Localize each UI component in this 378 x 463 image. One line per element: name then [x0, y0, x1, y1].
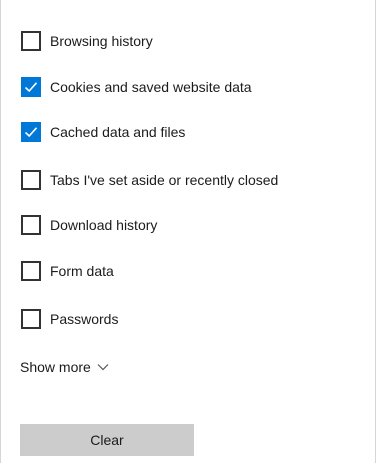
chevron-down-icon [97, 364, 109, 371]
checkbox-tabs-set-aside[interactable]: Tabs I've set aside or recently closed [21, 170, 278, 190]
checkbox-cookies[interactable]: Cookies and saved website data [21, 77, 252, 97]
show-more-label: Show more [20, 359, 91, 375]
checkbox-box[interactable] [21, 77, 41, 97]
checkbox-box[interactable] [21, 309, 41, 329]
checkbox-box[interactable] [21, 215, 41, 235]
clear-button-label: Clear [90, 432, 124, 448]
checkbox-browsing-history[interactable]: Browsing history [21, 31, 153, 51]
checkbox-box[interactable] [21, 31, 41, 51]
checkbox-label: Form data [50, 263, 114, 279]
checkbox-box[interactable] [21, 122, 41, 142]
checkbox-label: Passwords [50, 311, 119, 327]
checkbox-box[interactable] [21, 170, 41, 190]
checkbox-label: Cookies and saved website data [50, 79, 252, 95]
checkbox-label: Tabs I've set aside or recently closed [50, 172, 279, 188]
clear-button[interactable]: Clear [20, 424, 194, 456]
checkmark-icon [24, 127, 38, 138]
checkmark-icon [24, 82, 38, 93]
checkbox-label: Browsing history [50, 33, 153, 49]
checkbox-box[interactable] [21, 261, 41, 281]
checkbox-cached-data[interactable]: Cached data and files [21, 122, 185, 142]
show-more-link[interactable]: Show more [20, 357, 109, 377]
checkbox-form-data[interactable]: Form data [21, 261, 114, 281]
checkbox-label: Cached data and files [50, 124, 186, 140]
checkbox-passwords[interactable]: Passwords [21, 309, 118, 329]
clear-browsing-data-panel: Browsing history Cookies and saved websi… [0, 0, 376, 463]
checkbox-label: Download history [50, 217, 158, 233]
checkbox-download-history[interactable]: Download history [21, 215, 157, 235]
